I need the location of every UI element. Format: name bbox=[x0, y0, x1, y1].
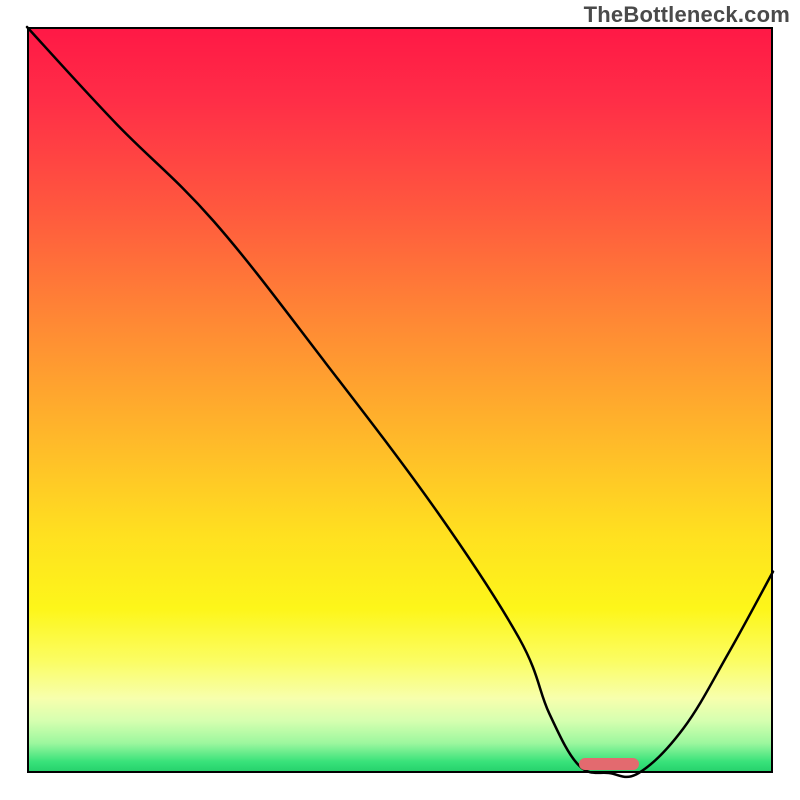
plot-area bbox=[27, 27, 773, 773]
bottleneck-curve-path bbox=[27, 27, 773, 777]
bottleneck-chart: TheBottleneck.com bbox=[0, 0, 800, 800]
watermark-text: TheBottleneck.com bbox=[584, 2, 790, 28]
optimal-marker bbox=[579, 758, 639, 770]
curve-svg bbox=[27, 27, 773, 773]
